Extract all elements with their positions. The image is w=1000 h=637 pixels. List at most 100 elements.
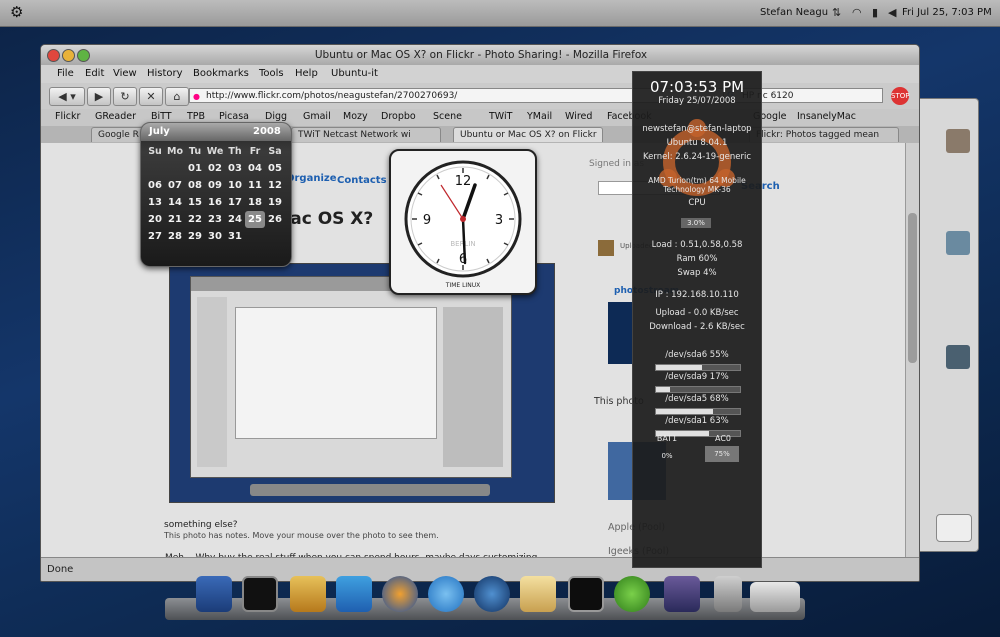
tab-twit[interactable]: TWiT Netcast Network wi [291,127,441,142]
scrollbar-thumb[interactable] [908,213,917,363]
calendar-day[interactable]: 30 [205,228,225,245]
calendar-day-today[interactable]: 25 [245,211,265,228]
dock-firefox-icon[interactable] [382,576,418,612]
bookmark-item[interactable]: Scene [433,111,462,122]
flickr-photo[interactable] [169,263,555,503]
bookmark-item[interactable]: Digg [265,111,287,122]
dock-terminal-icon[interactable] [242,576,278,612]
calendar-day[interactable]: 29 [185,228,205,245]
menu-file[interactable]: File [57,68,74,79]
calendar-day[interactable]: 12 [265,177,285,194]
wifi-icon[interactable]: ◠ [852,6,862,19]
tab-flickr-tagged[interactable]: Flickr: Photos tagged mean [749,127,899,142]
vertical-scrollbar[interactable] [905,143,919,557]
calendar-day[interactable]: 17 [225,194,245,211]
menu-ubuntu-it[interactable]: Ubuntu-it [331,68,378,79]
dock-photos-icon[interactable] [290,576,326,612]
calendar-day[interactable]: 24 [225,211,245,228]
reload-button[interactable]: ↻ [113,87,137,106]
menu-edit[interactable]: Edit [85,68,104,79]
calendar-year[interactable]: 2008 [253,126,281,137]
menu-bookmarks[interactable]: Bookmarks [193,68,249,79]
dock-ball-icon[interactable] [614,576,650,612]
calendar-day[interactable] [265,228,285,245]
calendar-widget[interactable]: July 2008 Su Mo Tu We Th Fr Sa 01 02 03 … [140,122,292,267]
window-titlebar[interactable]: Ubuntu or Mac OS X? on Flickr - Photo Sh… [41,45,919,66]
uploader-avatar[interactable] [598,240,614,256]
stop-sign-icon[interactable]: STOP [891,87,909,105]
thumbnail-image[interactable] [946,231,970,255]
nav-link-organize[interactable]: Organize [286,173,337,184]
maximize-button[interactable] [77,49,90,62]
dock-app-icon[interactable] [336,576,372,612]
calendar-day[interactable]: 18 [245,194,265,211]
clock-applet[interactable]: Fri Jul 25, 7:03 PM [902,7,992,18]
bookmark-item[interactable]: YMail [527,111,552,122]
calendar-day[interactable]: 31 [225,228,245,245]
ubuntu-menu-icon[interactable]: ⚙ [10,3,23,21]
dock-trash-icon[interactable] [714,576,742,612]
menu-history[interactable]: History [147,68,183,79]
calendar-day[interactable]: 23 [205,211,225,228]
thumbnail-image[interactable] [946,129,970,153]
calendar-day[interactable]: 09 [205,177,225,194]
thumbnail-image[interactable] [946,345,970,369]
apple-icon[interactable] [936,514,972,542]
home-button[interactable]: ⌂ [165,87,189,106]
menu-view[interactable]: View [113,68,137,79]
calendar-day[interactable]: 13 [145,194,165,211]
calendar-day[interactable]: 05 [265,160,285,177]
calendar-day[interactable]: 07 [165,177,185,194]
bookmark-item[interactable]: Wired [565,111,592,122]
dock-monitor-icon[interactable] [568,576,604,612]
calendar-day[interactable] [245,228,265,245]
close-button[interactable] [47,49,60,62]
calendar-day[interactable] [165,160,185,177]
dock-network-icon[interactable] [474,576,510,612]
calendar-day[interactable]: 03 [225,160,245,177]
bookmark-item[interactable]: TWiT [489,111,512,122]
calendar-day[interactable]: 14 [165,194,185,211]
dock-chat-icon[interactable] [428,576,464,612]
calendar-day[interactable]: 01 [185,160,205,177]
calendar-day[interactable]: 06 [145,177,165,194]
battery-icon[interactable]: ▮ [872,6,878,19]
calendar-day[interactable]: 08 [185,177,205,194]
bookmark-item[interactable]: Picasa [219,111,249,122]
stop-button[interactable]: ✕ [139,87,163,106]
calendar-month[interactable]: July [149,126,170,137]
bookmark-item[interactable]: Flickr [55,111,80,122]
calendar-day[interactable]: 28 [165,228,185,245]
bookmark-item[interactable]: Dropbo [381,111,416,122]
analog-clock-widget[interactable]: 12 3 6 9 BERLIN TIME LINUX [389,149,537,295]
bookmark-item[interactable]: GReader [95,111,136,122]
calendar-day[interactable]: 19 [265,194,285,211]
bookmark-item[interactable]: Mozy [343,111,368,122]
tab-flickr-active[interactable]: Ubuntu or Mac OS X? on Flickr [453,127,603,142]
menu-help[interactable]: Help [295,68,318,79]
dock-finder-icon[interactable] [196,576,232,612]
calendar-day[interactable]: 26 [265,211,285,228]
forward-button[interactable]: ▶ [87,87,111,106]
user-name[interactable]: Stefan Neagu [760,7,828,18]
calendar-day[interactable]: 10 [225,177,245,194]
dock-windows-icon[interactable] [750,582,800,612]
calendar-day[interactable]: 11 [245,177,265,194]
bookmark-item[interactable]: InsanelyMac [797,111,856,122]
bookmark-item[interactable]: TPB [187,111,205,122]
network-icon[interactable]: ⇅ [832,6,841,19]
calendar-day[interactable]: 22 [185,211,205,228]
calendar-day[interactable]: 04 [245,160,265,177]
photostream-thumbnail[interactable] [608,302,632,364]
nav-link-contacts[interactable]: Contacts [337,175,387,186]
bookmark-item[interactable]: BiTT [151,111,172,122]
dock-gimp-icon[interactable] [520,576,556,612]
calendar-day[interactable]: 16 [205,194,225,211]
menu-tools[interactable]: Tools [259,68,284,79]
calendar-day[interactable]: 02 [205,160,225,177]
calendar-day[interactable]: 27 [145,228,165,245]
calendar-day[interactable]: 21 [165,211,185,228]
bookmark-item[interactable]: Gmail [303,111,331,122]
minimize-button[interactable] [62,49,75,62]
calendar-day[interactable] [145,160,165,177]
